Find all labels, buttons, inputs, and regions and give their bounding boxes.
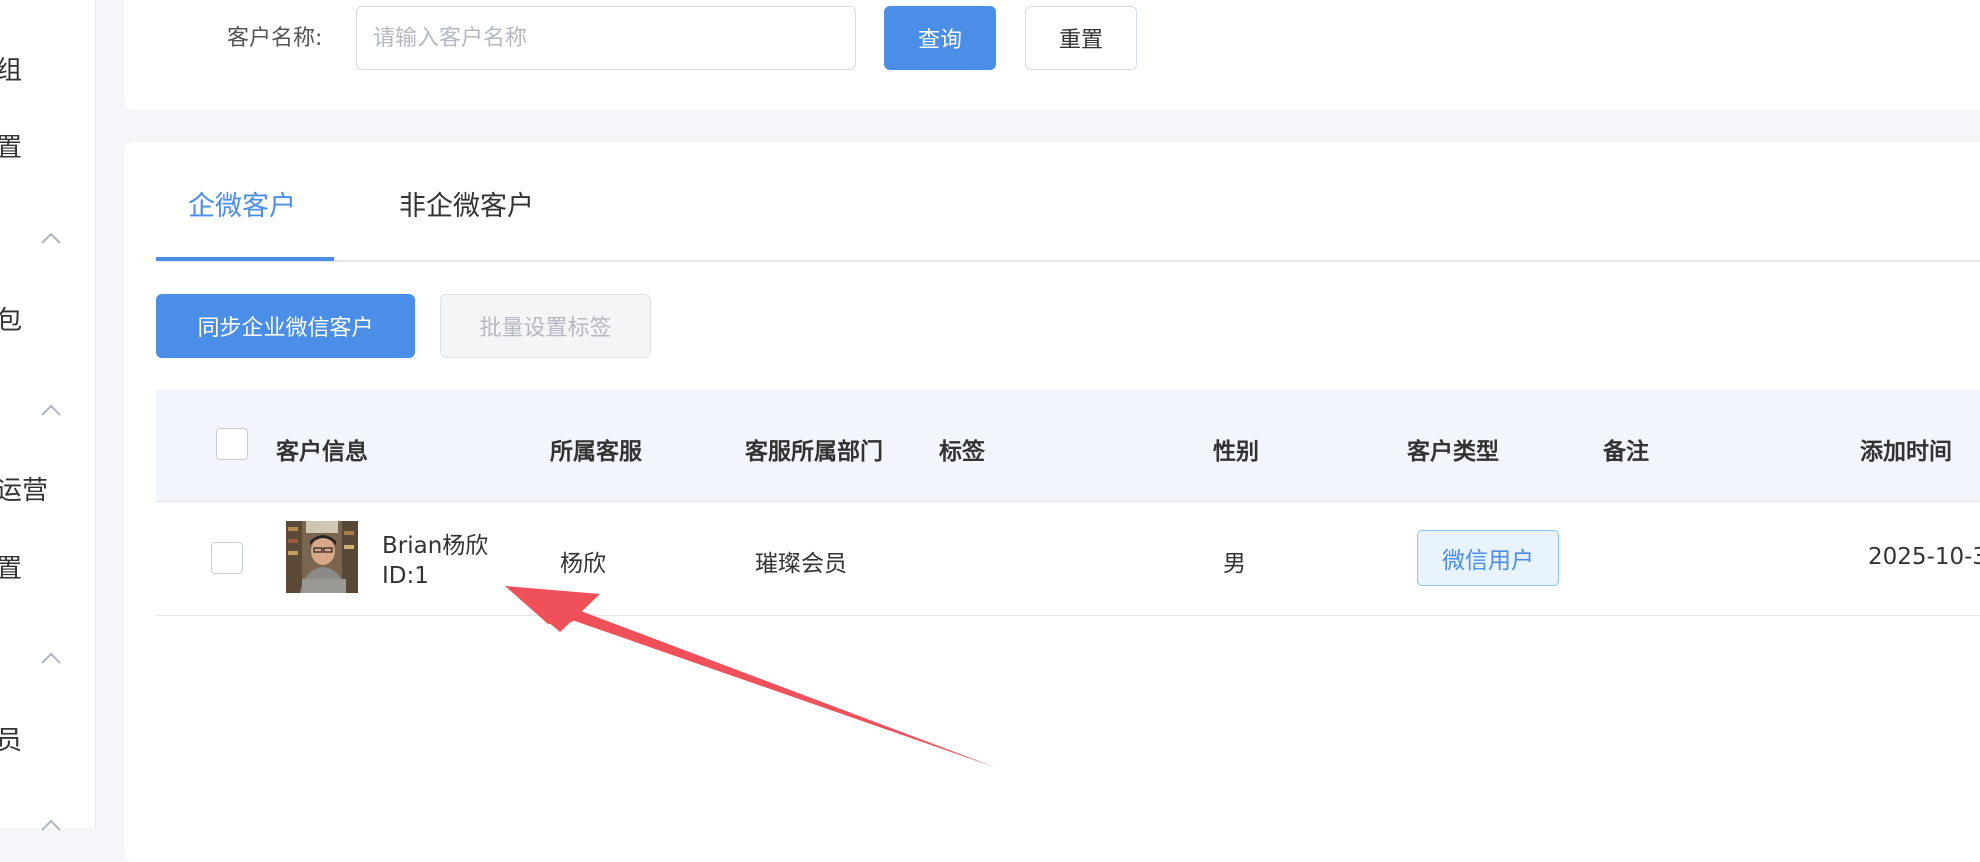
column-header-added-time[interactable]: 添加时间 <box>1860 432 1952 466</box>
sidebar-item-label[interactable]: 组 <box>0 50 22 87</box>
avatar <box>286 521 358 593</box>
customer-gender: 男 <box>1223 551 1246 577</box>
query-button[interactable]: 查询 <box>884 6 996 70</box>
sidebar-item-label[interactable]: 置 <box>0 127 22 164</box>
chevron-up-icon[interactable] <box>40 651 62 665</box>
select-all-checkbox[interactable] <box>216 428 248 460</box>
table-header <box>156 390 1980 502</box>
column-header-customer-info[interactable]: 客户信息 <box>276 432 368 466</box>
sync-customers-button[interactable]: 同步企业微信客户 <box>156 294 415 358</box>
customer-name: Brian杨欣 <box>382 533 489 559</box>
customer-list-panel <box>124 142 1980 862</box>
tab-non-enterprise-wechat-customers[interactable]: 非企微客户 <box>399 184 534 223</box>
chevron-up-icon[interactable] <box>40 403 62 417</box>
row-checkbox[interactable] <box>211 542 243 574</box>
column-header-tags[interactable]: 标签 <box>939 432 985 466</box>
customer-type-badge: 微信用户 <box>1417 530 1559 586</box>
agent-name: 杨欣 <box>560 551 606 577</box>
row-divider <box>156 615 1980 616</box>
tab-enterprise-wechat-customers[interactable]: 企微客户 <box>188 184 296 223</box>
column-header-remark[interactable]: 备注 <box>1603 432 1649 466</box>
sidebar-item-label[interactable]: 员 <box>0 720 22 757</box>
customer-name-label: 客户名称: <box>227 26 323 51</box>
column-header-department[interactable]: 客服所属部门 <box>745 432 883 466</box>
tabs-divider <box>156 260 1980 262</box>
active-tab-indicator <box>156 257 334 261</box>
batch-set-tags-button[interactable]: 批量设置标签 <box>440 294 651 358</box>
sidebar-item-label[interactable]: 置 <box>0 548 22 585</box>
sidebar: 组 置 包 运营 置 员 <box>0 0 96 831</box>
column-header-customer-type[interactable]: 客户类型 <box>1407 432 1499 466</box>
department-name: 璀璨会员 <box>755 551 847 577</box>
column-header-agent[interactable]: 所属客服 <box>550 432 642 466</box>
sidebar-item-label[interactable]: 运营 <box>0 470 48 507</box>
added-time: 2025-10-3 <box>1868 544 1980 570</box>
chevron-up-icon[interactable] <box>40 818 62 832</box>
reset-button[interactable]: 重置 <box>1025 6 1137 70</box>
customer-id: ID:1 <box>382 563 429 589</box>
customer-name-input[interactable] <box>356 6 856 70</box>
column-header-gender[interactable]: 性别 <box>1213 432 1259 466</box>
chevron-up-icon[interactable] <box>40 231 62 245</box>
sidebar-item-label[interactable]: 包 <box>0 300 22 337</box>
